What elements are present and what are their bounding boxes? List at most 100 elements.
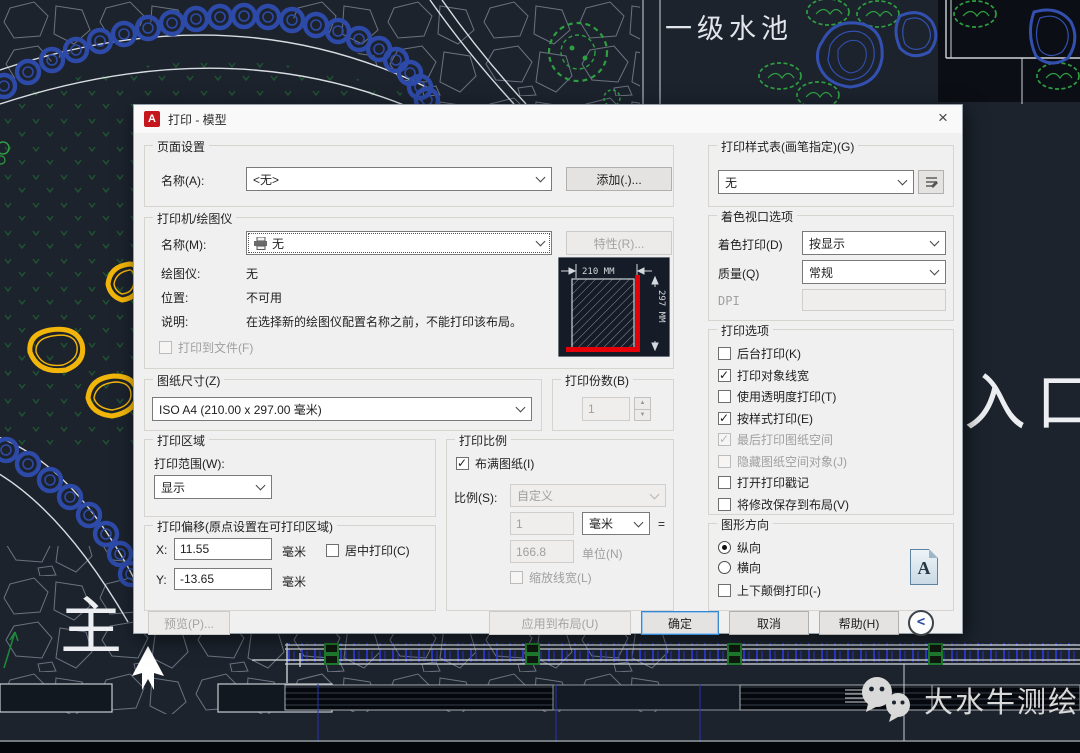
option-label: 打开打印戳记 [737, 474, 809, 491]
plot-stamp-checkbox[interactable] [718, 476, 731, 489]
fit-to-paper-label: 布满图纸(I) [475, 455, 534, 472]
option-label: 使用透明度打印(T) [737, 388, 836, 405]
style-table-combo[interactable]: 无 [718, 170, 914, 194]
option-row: 按样式打印(E) [718, 410, 813, 427]
scale-lineweights-row: 缩放线宽(L) [510, 569, 592, 586]
preview-button[interactable]: 预览(P)... [148, 611, 230, 635]
print-to-file-label: 打印到文件(F) [178, 339, 253, 356]
plot-lineweights-checkbox[interactable] [718, 369, 731, 382]
hide-paperspace-objects-checkbox[interactable] [718, 455, 731, 468]
group-plot-offset-legend: 打印偏移(原点设置在可打印区域) [153, 518, 337, 535]
page-setup-name-combo[interactable]: <无> [246, 167, 552, 191]
upside-down-row: 上下颠倒打印(-) [718, 582, 821, 599]
save-changes-to-layout-checkbox[interactable] [718, 498, 731, 511]
landscape-row: 横向 [718, 559, 761, 576]
option-row: 最后打印图纸空间 [718, 431, 833, 448]
fit-to-paper-row: 布满图纸(I) [456, 455, 534, 472]
option-row: 使用透明度打印(T) [718, 388, 836, 405]
quality-combo[interactable]: 常规 [802, 260, 946, 284]
center-plot-label: 居中打印(C) [345, 542, 410, 559]
scale-unit-value: 毫米 [589, 515, 613, 532]
option-row: 打开打印戳记 [718, 474, 809, 491]
style-table-editor-button[interactable] [918, 170, 944, 194]
quality-label: 质量(Q) [718, 265, 759, 282]
print-to-file-checkbox[interactable] [159, 341, 172, 354]
autocad-logo-icon: A [144, 111, 160, 127]
printer-name-combo[interactable]: 无 [246, 231, 552, 255]
landscape-label: 横向 [737, 559, 761, 576]
printer-name-label: 名称(M): [161, 236, 206, 253]
plot-range-value: 显示 [161, 479, 185, 496]
wechat-icon [856, 676, 916, 724]
background-plot-checkbox[interactable] [718, 347, 731, 360]
portrait-row: 纵向 [718, 539, 761, 556]
plot-range-combo[interactable]: 显示 [154, 475, 272, 499]
upside-down-label: 上下颠倒打印(-) [737, 582, 821, 599]
cancel-button[interactable]: 取消 [729, 611, 809, 635]
plot-transparency-checkbox[interactable] [718, 390, 731, 403]
option-label: 后台打印(K) [737, 345, 801, 362]
group-style-table-legend: 打印样式表(画笔指定)(G) [717, 138, 858, 155]
location-label: 位置: [161, 289, 188, 306]
plot-with-styles-checkbox[interactable] [718, 412, 731, 425]
watermark: 大水牛测绘 [856, 676, 1079, 724]
scale-combo[interactable]: 自定义 [510, 484, 666, 507]
quality-value: 常规 [809, 264, 833, 281]
preview-width-label: 210 MM [582, 267, 615, 277]
copies-input[interactable]: 1 [582, 397, 630, 421]
offset-x-input[interactable]: 11.55 [174, 538, 272, 560]
close-icon[interactable]: × [932, 107, 954, 129]
dialog-titlebar[interactable]: A 打印 - 模型 × [134, 105, 962, 133]
offset-y-unit: 毫米 [282, 573, 306, 590]
fit-to-paper-checkbox[interactable] [456, 457, 469, 470]
upside-down-checkbox[interactable] [718, 584, 731, 597]
group-copies-legend: 打印份数(B) [561, 372, 633, 389]
option-row: 打印对象线宽 [718, 367, 809, 384]
scale-label: 比例(S): [454, 489, 497, 506]
offset-x-unit: 毫米 [282, 543, 306, 560]
description-label: 说明: [161, 313, 188, 330]
add-button[interactable]: 添加(.)... [566, 167, 672, 191]
group-plot-area-legend: 打印区域 [153, 432, 209, 449]
portrait-radio[interactable] [718, 541, 731, 554]
option-label: 最后打印图纸空间 [737, 431, 833, 448]
scale-unit-combo[interactable]: 毫米 [582, 512, 650, 535]
portrait-label: 纵向 [737, 539, 761, 556]
autocad-canvas: 一级水池 入口 主 A 打印 - 模型 × 页面设置 名称(A): <无> 添加… [0, 0, 1080, 753]
dpi-input[interactable] [802, 289, 946, 311]
print-to-file-row: 打印到文件(F) [159, 339, 253, 356]
style-table-value: 无 [725, 174, 737, 191]
orientation-paper-icon: A [910, 549, 938, 585]
paper-size-combo[interactable]: ISO A4 (210.00 x 297.00 毫米) [152, 397, 532, 421]
scale-denominator-input[interactable]: 166.8 [510, 540, 574, 563]
label-entrance: 入口 [964, 369, 1080, 438]
center-plot-checkbox[interactable] [326, 544, 339, 557]
shade-plot-combo[interactable]: 按显示 [802, 231, 946, 255]
offset-y-input[interactable]: -13.65 [174, 568, 272, 590]
scale-value: 自定义 [517, 487, 553, 504]
scale-lineweights-checkbox[interactable] [510, 571, 523, 584]
description-value: 在选择新的绘图仪配置名称之前，不能打印该布局。 [246, 313, 522, 330]
plotter-label: 绘图仪: [161, 265, 200, 282]
copies-stepper[interactable]: ▲▼ [634, 397, 651, 421]
group-orientation-legend: 图形方向 [717, 516, 773, 533]
less-options-button[interactable]: < [908, 610, 934, 636]
location-value: 不可用 [246, 289, 282, 306]
plot-paperspace-last-checkbox[interactable] [718, 433, 731, 446]
help-button[interactable]: 帮助(H) [819, 611, 899, 635]
dialog-title: 打印 - 模型 [168, 111, 227, 128]
landscape-radio[interactable] [718, 561, 731, 574]
option-label: 将修改保存到布局(V) [737, 496, 849, 513]
plotter-value: 无 [246, 265, 258, 282]
shade-plot-label: 着色打印(D) [718, 236, 783, 253]
scale-numerator-input[interactable]: 1 [510, 512, 574, 535]
group-printer-legend: 打印机/绘图仪 [153, 210, 236, 227]
properties-button[interactable]: 特性(R)... [566, 231, 672, 255]
watermark-text: 大水牛测绘 [924, 679, 1079, 721]
scale-unit-label: 单位(N) [582, 545, 623, 562]
paper-preview: 210 MM 297 MM [558, 257, 670, 357]
apply-to-layout-button[interactable]: 应用到布局(U) [489, 611, 631, 635]
ok-button[interactable]: 确定 [641, 611, 719, 635]
option-label: 按样式打印(E) [737, 410, 813, 427]
center-plot-row: 居中打印(C) [326, 542, 410, 559]
